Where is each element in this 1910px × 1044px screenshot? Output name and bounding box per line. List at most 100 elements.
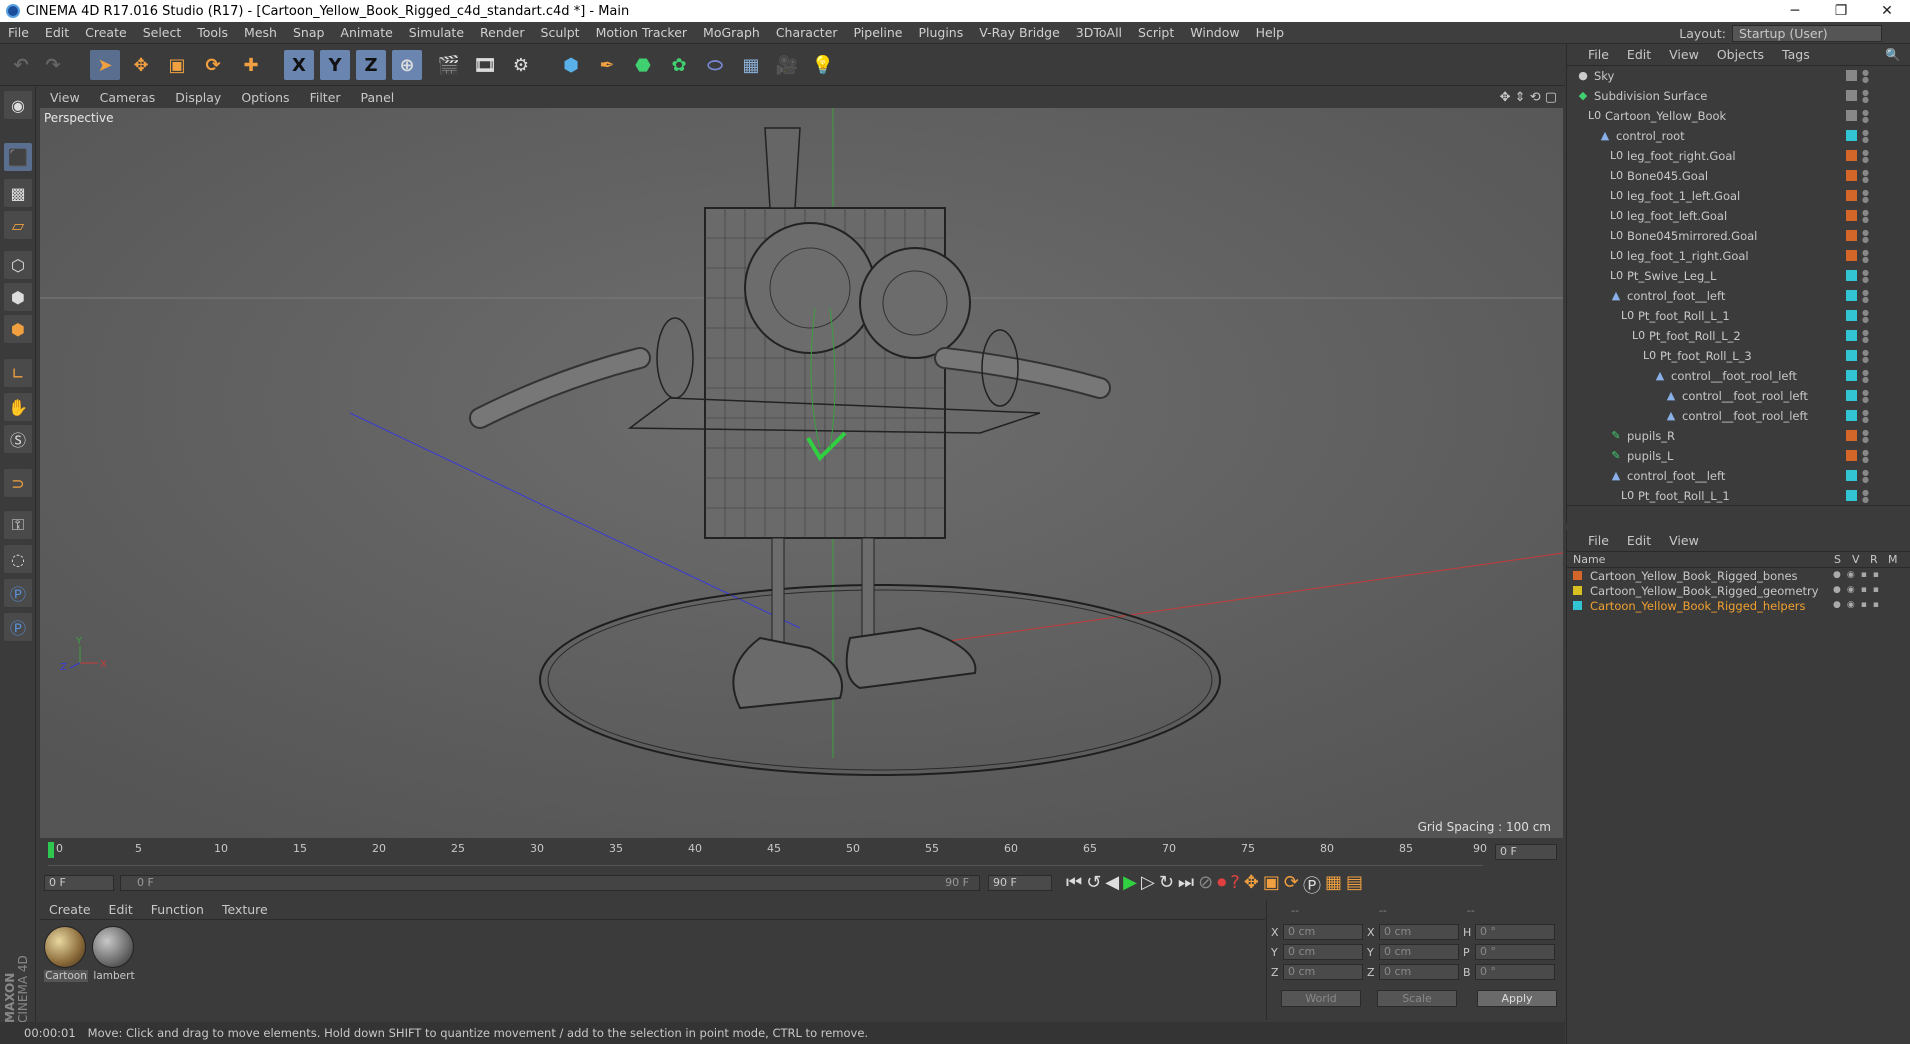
menu-pipeline[interactable]: Pipeline bbox=[846, 25, 911, 40]
z-axis-button[interactable]: Z bbox=[356, 50, 386, 80]
menu-create[interactable]: Create bbox=[77, 25, 135, 40]
auto-key-icon[interactable]: ? bbox=[1230, 872, 1240, 898]
object-row[interactable]: L0 Pt_foot_Roll_L_3 ● ● bbox=[1567, 346, 1910, 366]
rot-b-field[interactable]: 0 ° bbox=[1475, 964, 1555, 980]
visibility-dots[interactable]: ● ● bbox=[1862, 389, 1869, 404]
key-scale-icon[interactable]: ▣ bbox=[1263, 872, 1280, 898]
select-cursor-icon[interactable]: ➤ bbox=[90, 50, 120, 80]
coordinate-system-icon[interactable]: ⊕ bbox=[392, 50, 422, 80]
render-settings-icon[interactable]: ⚙ bbox=[506, 50, 536, 80]
axis-mode-icon[interactable]: ∟ bbox=[4, 359, 32, 387]
playhead[interactable] bbox=[48, 842, 54, 858]
visibility-dots[interactable]: ● ● bbox=[1862, 449, 1869, 464]
model-mode-icon[interactable]: ⬛ bbox=[4, 143, 32, 171]
obj-menu-edit[interactable]: Edit bbox=[1618, 47, 1660, 62]
pos-x-field[interactable]: 0 cm bbox=[1283, 924, 1363, 940]
rotate-icon[interactable]: ⟳ bbox=[198, 50, 228, 80]
layer-color-swatch[interactable] bbox=[1573, 571, 1582, 580]
layer-menu-edit[interactable]: Edit bbox=[1618, 533, 1660, 548]
object-row[interactable]: L0 leg_foot_1_right.Goal ● ● bbox=[1567, 246, 1910, 266]
visibility-dots[interactable]: ● ● bbox=[1862, 469, 1869, 484]
menu-plugins[interactable]: Plugins bbox=[910, 25, 971, 40]
python-icon[interactable]: Ⓟ bbox=[4, 579, 32, 607]
snap-icon[interactable]: ⊃ bbox=[4, 469, 32, 497]
world-dropdown[interactable]: World bbox=[1281, 990, 1361, 1007]
object-row[interactable]: L0 Pt_foot_Roll_L_1 ● ● bbox=[1567, 486, 1910, 505]
viewport-menu-options[interactable]: Options bbox=[231, 90, 299, 105]
layer-color-swatch[interactable] bbox=[1573, 586, 1582, 595]
viewport-menu-panel[interactable]: Panel bbox=[351, 90, 405, 105]
menu-sculpt[interactable]: Sculpt bbox=[533, 25, 588, 40]
visibility-dots[interactable]: ● ● bbox=[1862, 209, 1869, 224]
menu-3dtoall[interactable]: 3DToAll bbox=[1068, 25, 1130, 40]
object-row[interactable]: ◆ Subdivision Surface ● ● bbox=[1567, 86, 1910, 106]
object-row[interactable]: L0 Pt_foot_Roll_L_1 ● ● bbox=[1567, 306, 1910, 326]
scale-dropdown[interactable]: Scale bbox=[1377, 990, 1457, 1007]
python-script-icon[interactable]: Ⓟ bbox=[4, 613, 32, 641]
layer-tag-swatch[interactable] bbox=[1846, 290, 1857, 301]
layer-tag-swatch[interactable] bbox=[1846, 450, 1857, 461]
transform-icon[interactable]: ✚ bbox=[236, 50, 266, 80]
menu-vray-bridge[interactable]: V-Ray Bridge bbox=[971, 25, 1068, 40]
tweak-mode-icon[interactable]: ✋ bbox=[4, 393, 32, 421]
pos-z-field[interactable]: 0 cm bbox=[1283, 964, 1363, 980]
object-row[interactable]: L0 leg_foot_right.Goal ● ● bbox=[1567, 146, 1910, 166]
layer-color-swatch[interactable] bbox=[1573, 601, 1582, 610]
workplane-icon[interactable]: ▱ bbox=[4, 211, 32, 239]
menu-tools[interactable]: Tools bbox=[189, 25, 236, 40]
material-cartoon[interactable]: Cartoon bbox=[44, 926, 88, 986]
layer-tag-swatch[interactable] bbox=[1846, 410, 1857, 421]
workplane-lock-icon[interactable]: ⚿ bbox=[4, 511, 32, 539]
layer-tag-swatch[interactable] bbox=[1846, 150, 1857, 161]
viewport-menu-view[interactable]: View bbox=[40, 90, 90, 105]
current-frame-field[interactable]: 0 F bbox=[1495, 844, 1557, 860]
layer-tag-swatch[interactable] bbox=[1846, 130, 1857, 141]
pen-spline-icon[interactable]: ✒ bbox=[592, 50, 622, 80]
key-pla-icon[interactable]: ▦ bbox=[1325, 872, 1342, 898]
key-move-icon[interactable]: ✥ bbox=[1244, 872, 1259, 898]
visibility-dots[interactable]: ● ● bbox=[1862, 89, 1869, 104]
obj-menu-tags[interactable]: Tags bbox=[1773, 47, 1819, 62]
restore-button[interactable]: ❐ bbox=[1818, 0, 1864, 22]
object-row[interactable]: ✎ pupils_R ● ● bbox=[1567, 426, 1910, 446]
visibility-dots[interactable]: ● ● bbox=[1862, 269, 1869, 284]
key-param-icon[interactable]: Ⓟ bbox=[1303, 872, 1321, 898]
menu-snap[interactable]: Snap bbox=[285, 25, 332, 40]
mat-menu-create[interactable]: Create bbox=[40, 902, 100, 917]
layer-menu-view[interactable]: View bbox=[1660, 533, 1708, 548]
camera-icon[interactable]: 🎥 bbox=[772, 50, 802, 80]
object-row[interactable]: ▲ control__foot_rool_left ● ● bbox=[1567, 386, 1910, 406]
viewport-nav-icons[interactable]: ✥ ⇕ ⟲ ▢ bbox=[1500, 90, 1557, 105]
layer-tag-swatch[interactable] bbox=[1846, 430, 1857, 441]
visibility-dots[interactable]: ● ● bbox=[1862, 369, 1869, 384]
visibility-dots[interactable]: ● ● bbox=[1862, 149, 1869, 164]
obj-menu-view[interactable]: View bbox=[1660, 47, 1708, 62]
render-view-icon[interactable]: 🎬 bbox=[434, 50, 464, 80]
layer-toggle-icons[interactable]: ●◉▪▪ bbox=[1833, 570, 1885, 580]
menu-select[interactable]: Select bbox=[135, 25, 190, 40]
visibility-dots[interactable]: ● ● bbox=[1862, 229, 1869, 244]
mat-menu-texture[interactable]: Texture bbox=[213, 902, 277, 917]
object-row[interactable]: L0 leg_foot_1_left.Goal ● ● bbox=[1567, 186, 1910, 206]
viewport-3d[interactable]: Y X Z Perspective Grid Spacing : 100 cm bbox=[40, 108, 1563, 838]
cube-icon[interactable]: ⬢ bbox=[556, 50, 586, 80]
floor-icon[interactable]: ▦ bbox=[736, 50, 766, 80]
visibility-dots[interactable]: ● ● bbox=[1862, 289, 1869, 304]
layer-tag-swatch[interactable] bbox=[1846, 490, 1857, 501]
x-axis-button[interactable]: X bbox=[284, 50, 314, 80]
object-row[interactable]: ▲ control_foot__left ● ● bbox=[1567, 466, 1910, 486]
object-row[interactable]: L0 Pt_foot_Roll_L_2 ● ● bbox=[1567, 326, 1910, 346]
timeline-window-icon[interactable]: ▤ bbox=[1346, 872, 1363, 898]
apply-button[interactable]: Apply bbox=[1477, 990, 1557, 1007]
visibility-dots[interactable]: ● ● bbox=[1862, 309, 1869, 324]
layer-row[interactable]: Cartoon_Yellow_Book_Rigged_geometry ●◉▪▪ bbox=[1567, 583, 1910, 598]
scale-icon[interactable]: ▣ bbox=[162, 50, 192, 80]
menu-edit[interactable]: Edit bbox=[37, 25, 77, 40]
soft-selection-icon[interactable]: ◌ bbox=[4, 545, 32, 573]
polygons-mode-icon[interactable]: ⬢ bbox=[4, 315, 32, 343]
menu-simulate[interactable]: Simulate bbox=[401, 25, 472, 40]
prev-key-icon[interactable]: ↺ bbox=[1086, 872, 1101, 898]
points-mode-icon[interactable]: ⬡ bbox=[4, 251, 32, 279]
redo-icon[interactable]: ↷ bbox=[38, 50, 68, 80]
material-lambert[interactable]: lambert bbox=[92, 926, 136, 986]
